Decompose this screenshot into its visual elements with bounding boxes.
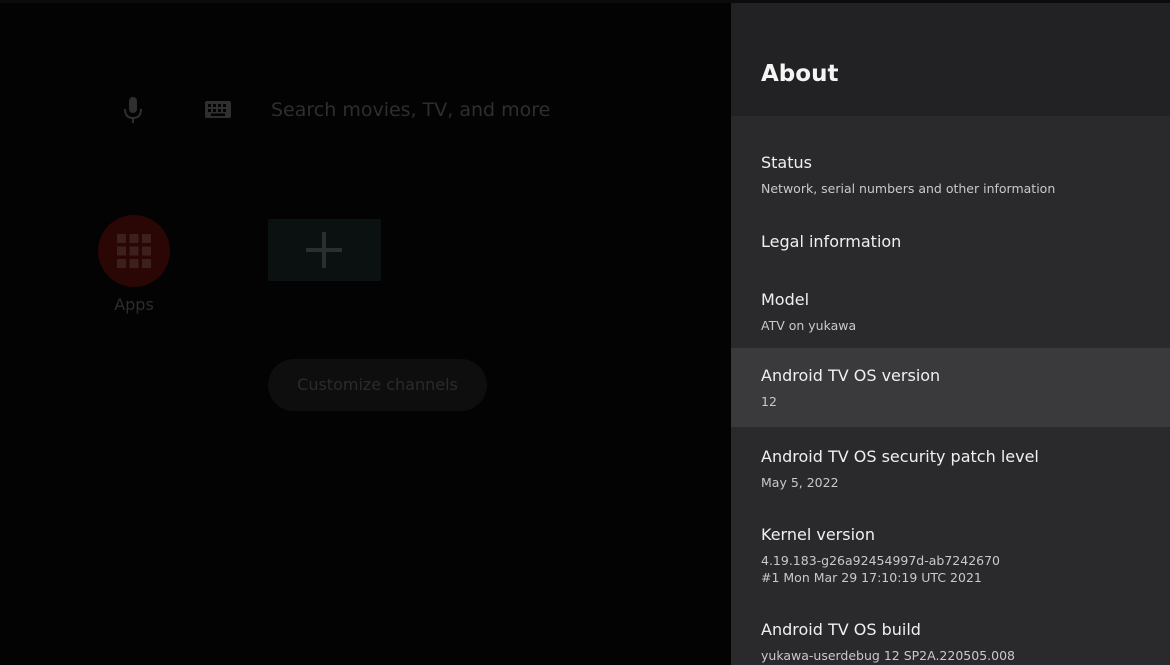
apps-label: Apps (114, 295, 154, 314)
settings-item-title: Android TV OS build (761, 620, 921, 639)
settings-item-title: Android TV OS version (761, 366, 941, 385)
settings-item-subtitle: 12 (761, 394, 777, 409)
apps-grid-icon (117, 234, 151, 268)
customize-channels-button[interactable]: Customize channels (268, 359, 487, 411)
settings-item-subtitle-line-2: #1 Mon Mar 29 17:10:19 UTC 2021 (761, 570, 982, 585)
keyboard-icon[interactable] (204, 99, 232, 121)
settings-item-title: Android TV OS security patch level (761, 447, 1039, 466)
search-input[interactable]: Search movies, TV, and more (271, 99, 550, 121)
settings-item-android-tv-os-build[interactable]: Android TV OS build yukawa-userdebug 12 … (731, 609, 1170, 665)
settings-item-android-tv-os-version[interactable]: Android TV OS version 12 (731, 348, 1170, 427)
home-screen-dimmed: Search movies, TV, and more Apps Customi… (0, 3, 731, 665)
settings-item-title: Legal information (761, 232, 902, 251)
page-title: About (761, 61, 839, 87)
settings-item-subtitle: 4.19.183-g26a92454997d-ab7242670 (761, 553, 1001, 568)
settings-item-subtitle: May 5, 2022 (761, 475, 839, 490)
settings-item-title: Model (761, 290, 810, 309)
about-settings-panel: About Status Network, serial numbers and… (731, 3, 1170, 665)
settings-item-model[interactable]: Model ATV on yukawa (731, 277, 1170, 345)
plus-icon (306, 232, 342, 268)
settings-item-security-patch-level[interactable]: Android TV OS security patch level May 5… (731, 434, 1170, 502)
settings-item-subtitle: Network, serial numbers and other inform… (761, 181, 1056, 196)
apps-button[interactable] (98, 215, 170, 287)
screen: Search movies, TV, and more Apps Customi… (0, 0, 1170, 665)
microphone-icon[interactable] (119, 95, 147, 127)
settings-item-subtitle: yukawa-userdebug 12 SP2A.220505.008 (761, 648, 1015, 663)
settings-item-legal-information[interactable]: Legal information (731, 218, 1170, 270)
add-app-tile[interactable] (268, 219, 381, 281)
settings-item-title: Status (761, 153, 812, 172)
settings-item-kernel-version[interactable]: Kernel version 4.19.183-g26a92454997d-ab… (731, 513, 1170, 593)
settings-item-title: Kernel version (761, 525, 875, 544)
settings-item-status[interactable]: Status Network, serial numbers and other… (731, 140, 1170, 208)
settings-item-subtitle: ATV on yukawa (761, 318, 857, 333)
panel-header: About (731, 3, 1170, 116)
